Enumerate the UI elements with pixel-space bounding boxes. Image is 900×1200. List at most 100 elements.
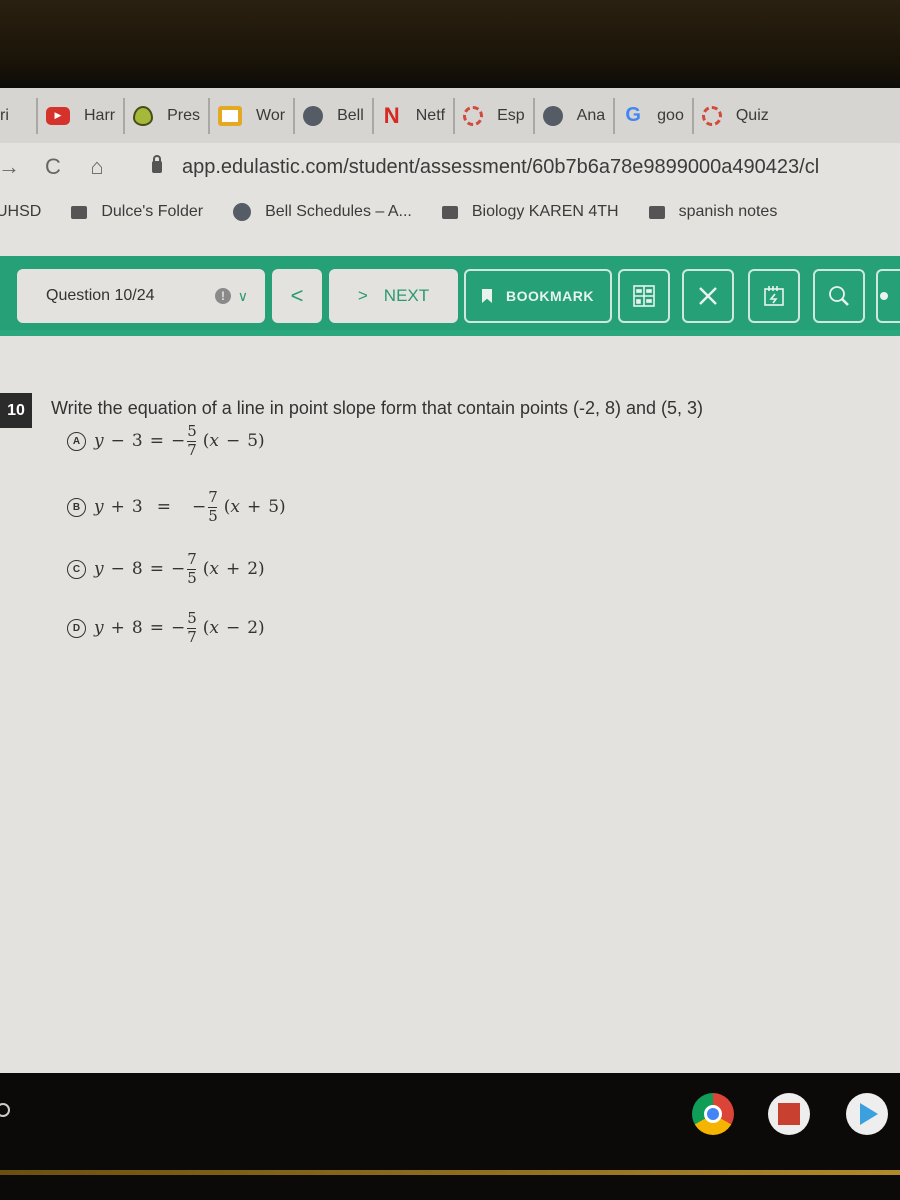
chevron-right-icon: > [357, 286, 368, 305]
edulastic-ring-icon [701, 105, 722, 126]
question-selector[interactable]: Question 10/24 ! ∨ [17, 269, 265, 323]
scratchpad-button[interactable] [748, 269, 800, 323]
os-shelf [0, 1073, 900, 1200]
denominator: 7 [187, 627, 197, 646]
previous-button[interactable]: < [272, 269, 322, 323]
folder-icon [71, 205, 88, 219]
forward-icon[interactable]: → [0, 154, 24, 180]
bookmark-item[interactable]: Biology KAREN 4TH [441, 203, 619, 221]
tab-label: Quiz [735, 106, 769, 124]
answer-option-a[interactable]: A y − 3 = − 57 (x −5) [67, 423, 265, 459]
next-label: NEXT [383, 286, 430, 305]
x-number: 5 [247, 431, 259, 452]
denominator: 7 [187, 440, 197, 459]
play-store-icon[interactable] [846, 1093, 888, 1135]
bookmark-item[interactable]: Dulce's Folder [71, 203, 203, 221]
alert-icon: ! [215, 288, 231, 304]
x-number: 5 [268, 497, 280, 518]
slope-fraction: 57 [187, 609, 197, 646]
bookmark-item[interactable]: Bell Schedules – A... [233, 203, 412, 221]
slope-fraction: 75 [208, 489, 218, 525]
option-letter: C [67, 559, 86, 579]
denominator: 5 [187, 568, 197, 587]
chevron-left-icon: < [290, 283, 304, 308]
chevron-down-icon: ∨ [237, 287, 248, 304]
lhs-number: 3 [131, 431, 143, 452]
question-text: Write the equation of a line in point sl… [51, 398, 704, 418]
slope-sign: − [170, 431, 186, 452]
slope-fraction: 57 [187, 423, 197, 459]
lhs-variable: y [94, 431, 104, 452]
url-field[interactable]: app.edulastic.com/student/assessment/60b… [152, 155, 819, 179]
launcher-icon[interactable] [0, 1103, 10, 1117]
tab[interactable]: Esp [453, 97, 533, 134]
bookmarks-bar: UHSD Dulce's Folder Bell Schedules – A..… [0, 191, 900, 233]
answer-option-c[interactable]: C y − 8 = − 75 (x +2) [67, 550, 265, 587]
tab-label: Netf [415, 106, 446, 124]
tab[interactable]: Quiz [691, 97, 777, 134]
tool-icon [880, 292, 888, 300]
slope-sign: − [191, 497, 207, 518]
x-variable: x [209, 431, 219, 452]
question-number-badge: 10 [0, 393, 32, 428]
bookmark-button[interactable]: BOOKMARK [464, 269, 612, 323]
google-icon: G [625, 104, 641, 126]
denominator: 5 [208, 506, 218, 525]
tab-label: Pres [167, 106, 201, 124]
bookmark-label: BOOKMARK [506, 288, 594, 304]
lhs-operator: − [110, 431, 125, 452]
question-grid-button[interactable] [618, 269, 670, 323]
folder-icon [441, 205, 458, 219]
magnifier-button[interactable] [813, 269, 865, 323]
edulastic-app-icon[interactable] [768, 1093, 810, 1135]
lock-icon [152, 155, 162, 173]
bookmark-label: Dulce's Folder [101, 203, 204, 220]
tab[interactable]: Wor [208, 97, 293, 134]
tab[interactable]: Ggoo [613, 97, 692, 134]
lhs-operator: − [110, 559, 125, 580]
globe-icon [233, 203, 252, 221]
tab[interactable]: N Netf [371, 97, 453, 134]
address-bar-row: → C ⌂ app.edulastic.com/student/assessme… [0, 143, 900, 191]
option-letter: B [67, 497, 86, 517]
bookmark-item[interactable]: spanish notes [648, 203, 778, 221]
numerator: 5 [187, 609, 197, 627]
bookmark-item[interactable]: UHSD [0, 203, 41, 221]
numerator: 7 [187, 550, 197, 568]
tab-label: Bell [337, 106, 364, 124]
tab[interactable]: Pres [123, 97, 208, 134]
x-operator: + [225, 559, 241, 580]
bookmark-label: spanish notes [678, 203, 778, 220]
tab[interactable]: Ana [532, 97, 613, 134]
tab[interactable]: Bell [293, 97, 372, 134]
globe-icon [542, 105, 563, 126]
lhs-variable: y [94, 497, 104, 518]
folder-icon [648, 205, 665, 219]
tab-label: goo [657, 106, 684, 124]
close-icon [699, 287, 717, 305]
x-variable: x [230, 497, 240, 518]
reload-icon[interactable]: C [38, 154, 68, 180]
lhs-operator: + [110, 618, 125, 639]
x-variable: x [209, 559, 219, 580]
tab[interactable]: ▶ Harr [36, 97, 123, 134]
bookmark-icon [482, 289, 492, 303]
grid-icon [633, 285, 655, 307]
answer-option-d[interactable]: D y + 8 = − 57 (x −2) [67, 609, 265, 646]
assessment-toolbar: Question 10/24 ! ∨ < > NEXT BOOKMARK [0, 256, 900, 336]
answer-option-b[interactable]: B y + 3 = − 75 (x +5) [67, 489, 286, 525]
eliminate-button[interactable] [682, 269, 734, 323]
browser-window: ri ▶ Harr Pres Wor Bell N Netf Esp Ana Ggo… [0, 88, 900, 1073]
lhs-number: 3 [131, 497, 143, 518]
chrome-app-icon[interactable] [692, 1093, 734, 1135]
edulastic-ring-icon [463, 105, 484, 126]
next-button[interactable]: > NEXT [329, 269, 458, 323]
more-tools-button[interactable] [876, 269, 900, 323]
tab[interactable]: ri [0, 98, 36, 134]
option-letter: D [67, 618, 86, 638]
home-icon[interactable]: ⌂ [82, 154, 112, 180]
pear-deck-icon [133, 105, 154, 126]
tab-label: Ana [576, 106, 606, 124]
lhs-operator: + [110, 497, 125, 518]
slope-sign: − [170, 559, 186, 580]
